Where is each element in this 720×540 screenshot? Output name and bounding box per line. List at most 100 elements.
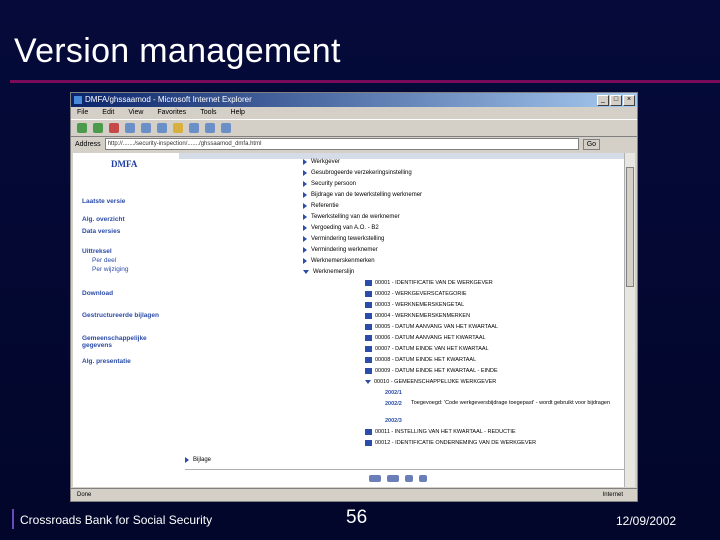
list-item[interactable]: Tewerkstelling van de werknemer — [303, 214, 400, 220]
expand-arrow-icon — [365, 313, 372, 319]
collapse-arrow-icon — [303, 270, 309, 274]
list-item[interactable]: Gesubrogeerde verzekeringsinstelling — [303, 170, 412, 176]
list-item[interactable]: Referentie — [303, 203, 339, 209]
menu-file[interactable]: File — [77, 107, 88, 119]
scroll-thumb[interactable] — [626, 167, 634, 287]
search-icon[interactable] — [157, 123, 167, 133]
slide-title: Version management — [14, 32, 341, 70]
sub-item[interactable]: 00006 - DATUM AANVANG HET KWARTAAL — [365, 335, 486, 341]
expand-arrow-icon — [303, 170, 307, 176]
menu-favorites[interactable]: Favorites — [157, 107, 186, 119]
address-input[interactable]: http://......./security-inspection/.....… — [104, 138, 579, 150]
left-nav: DMFA Laatste versie Alg. overzicht Data … — [73, 153, 179, 487]
expand-arrow-icon — [303, 258, 307, 264]
list-item[interactable]: Werknemerskenmerken — [303, 258, 375, 264]
version-label: 2002/2 — [385, 401, 402, 407]
nav-link-presentation[interactable]: Alg. presentatie — [82, 358, 131, 365]
refresh-icon[interactable] — [125, 123, 135, 133]
stop-icon[interactable] — [109, 123, 119, 133]
expand-arrow-icon — [365, 280, 372, 286]
expand-arrow-icon — [365, 429, 372, 435]
sub-item[interactable]: 00008 - DATUM EINDE HET KWARTAAL — [365, 357, 476, 363]
nav-link-structured[interactable]: Gestructureerde bijlagen — [82, 312, 172, 319]
version-label: 2002/3 — [385, 418, 402, 424]
expand-arrow-icon — [365, 324, 372, 330]
menu-help[interactable]: Help — [231, 107, 245, 119]
sub-item[interactable]: 00007 - DATUM EINDE VAN HET KWARTAAL — [365, 346, 489, 352]
version-text: Toegevoegd: 'Code werkgeversbijdrage toe… — [411, 400, 610, 406]
ie-icon — [74, 96, 82, 104]
nav-sub-per-part[interactable]: Per deel — [92, 257, 116, 264]
footer-organization: Crossroads Bank for Social Security — [20, 513, 213, 527]
home-icon[interactable] — [141, 123, 151, 133]
menu-tools[interactable]: Tools — [200, 107, 216, 119]
favorites-icon[interactable] — [173, 123, 183, 133]
maximize-icon[interactable]: □ — [610, 95, 622, 106]
previous-icon[interactable] — [369, 475, 381, 482]
sub-item-expanded[interactable]: 00010 - GEMEENSCHAPPELIJKE WERKGEVER — [365, 379, 496, 385]
sub-item[interactable]: 00005 - DATUM AANVANG VAN HET KWARTAAL — [365, 324, 498, 330]
minimize-icon[interactable]: _ — [597, 95, 609, 106]
expand-arrow-icon — [365, 357, 372, 363]
expand-arrow-icon — [303, 181, 307, 187]
nav-link-extract[interactable]: Uittreksel — [82, 248, 112, 255]
list-item[interactable]: Werkgever — [303, 159, 340, 165]
expand-arrow-icon — [365, 440, 372, 446]
sub-item[interactable]: 00012 - IDENTIFICATIE ONDERNEMING VAN DE… — [365, 440, 536, 446]
expand-arrow-icon — [365, 368, 372, 374]
close-icon[interactable]: × — [623, 95, 635, 106]
window-controls: _ □ × — [597, 95, 635, 106]
go-button[interactable]: Go — [582, 138, 601, 150]
expand-arrow-icon — [185, 457, 189, 463]
history-icon[interactable] — [189, 123, 199, 133]
status-text: Done — [77, 492, 92, 498]
menu-bar: File Edit View Favorites Tools Help — [71, 107, 637, 119]
address-label: Address — [75, 140, 101, 148]
list-item-expanded[interactable]: Werknemerslijn — [303, 269, 354, 275]
nav-link-versions[interactable]: Data versies — [82, 228, 120, 235]
status-bar: Done Internet — [71, 488, 637, 501]
title-rule — [10, 80, 720, 83]
menu-edit[interactable]: Edit — [102, 107, 114, 119]
expand-arrow-icon — [303, 192, 307, 198]
nav-link-download[interactable]: Download — [82, 290, 113, 297]
minus-icon[interactable] — [419, 475, 427, 482]
back-icon[interactable] — [77, 123, 87, 133]
sub-item[interactable]: 00004 - WERKNEMERSKENMERKEN — [365, 313, 470, 319]
expand-arrow-icon — [303, 214, 307, 220]
next-icon[interactable] — [387, 475, 399, 482]
sub-item[interactable]: 00009 - DATUM EINDE HET KWARTAAL - EINDE — [365, 368, 498, 374]
vertical-scrollbar[interactable] — [624, 153, 635, 487]
address-bar: Address http://......./security-inspecti… — [71, 137, 637, 151]
plus-icon[interactable] — [405, 475, 413, 482]
footer-date: 12/09/2002 — [616, 514, 677, 528]
list-item[interactable]: Vermindering werknemer — [303, 247, 378, 253]
page-content: DMFA Laatste versie Alg. overzicht Data … — [73, 153, 627, 487]
list-item-bijlage[interactable]: Bijlage — [185, 457, 211, 463]
list-item[interactable]: Vergoeding van A.O. - B2 — [303, 225, 379, 231]
divider — [185, 469, 625, 470]
page-nav-arrows — [369, 475, 427, 482]
nav-link-latest[interactable]: Laatste versie — [82, 198, 125, 205]
sub-item[interactable]: 00002 - WERKGEVERSCATEGORIE — [365, 291, 467, 297]
sub-item[interactable]: 00003 - WERKNEMERSKENGETAL — [365, 302, 464, 308]
menu-view[interactable]: View — [128, 107, 143, 119]
nav-link-common[interactable]: Gemeenschappelijke gegevens — [82, 335, 172, 349]
expand-arrow-icon — [365, 335, 372, 341]
browser-titlebar: DMFA/ghssaamod - Microsoft Internet Expl… — [71, 93, 637, 107]
sub-item[interactable]: 00001 - IDENTIFICATIE VAN DE WERKGEVER — [365, 280, 493, 286]
expand-arrow-icon — [365, 346, 372, 352]
page-number: 56 — [346, 507, 368, 528]
sub-item[interactable]: 00011 - INSTELLING VAN HET KWARTAAL - RE… — [365, 429, 516, 435]
nav-sub-per-change[interactable]: Per wijziging — [92, 266, 129, 273]
list-item[interactable]: Security persoon — [303, 181, 356, 187]
list-item[interactable]: Vermindering tewerkstelling — [303, 236, 384, 242]
dmfa-logo: DMFA — [111, 159, 138, 169]
expand-arrow-icon — [303, 225, 307, 231]
forward-icon[interactable] — [93, 123, 103, 133]
list-item[interactable]: Bijdrage van de tewerkstelling werknemer — [303, 192, 422, 198]
nav-link-overview[interactable]: Alg. overzicht — [82, 216, 125, 223]
toolbar — [71, 119, 637, 137]
print-icon[interactable] — [221, 123, 231, 133]
mail-icon[interactable] — [205, 123, 215, 133]
